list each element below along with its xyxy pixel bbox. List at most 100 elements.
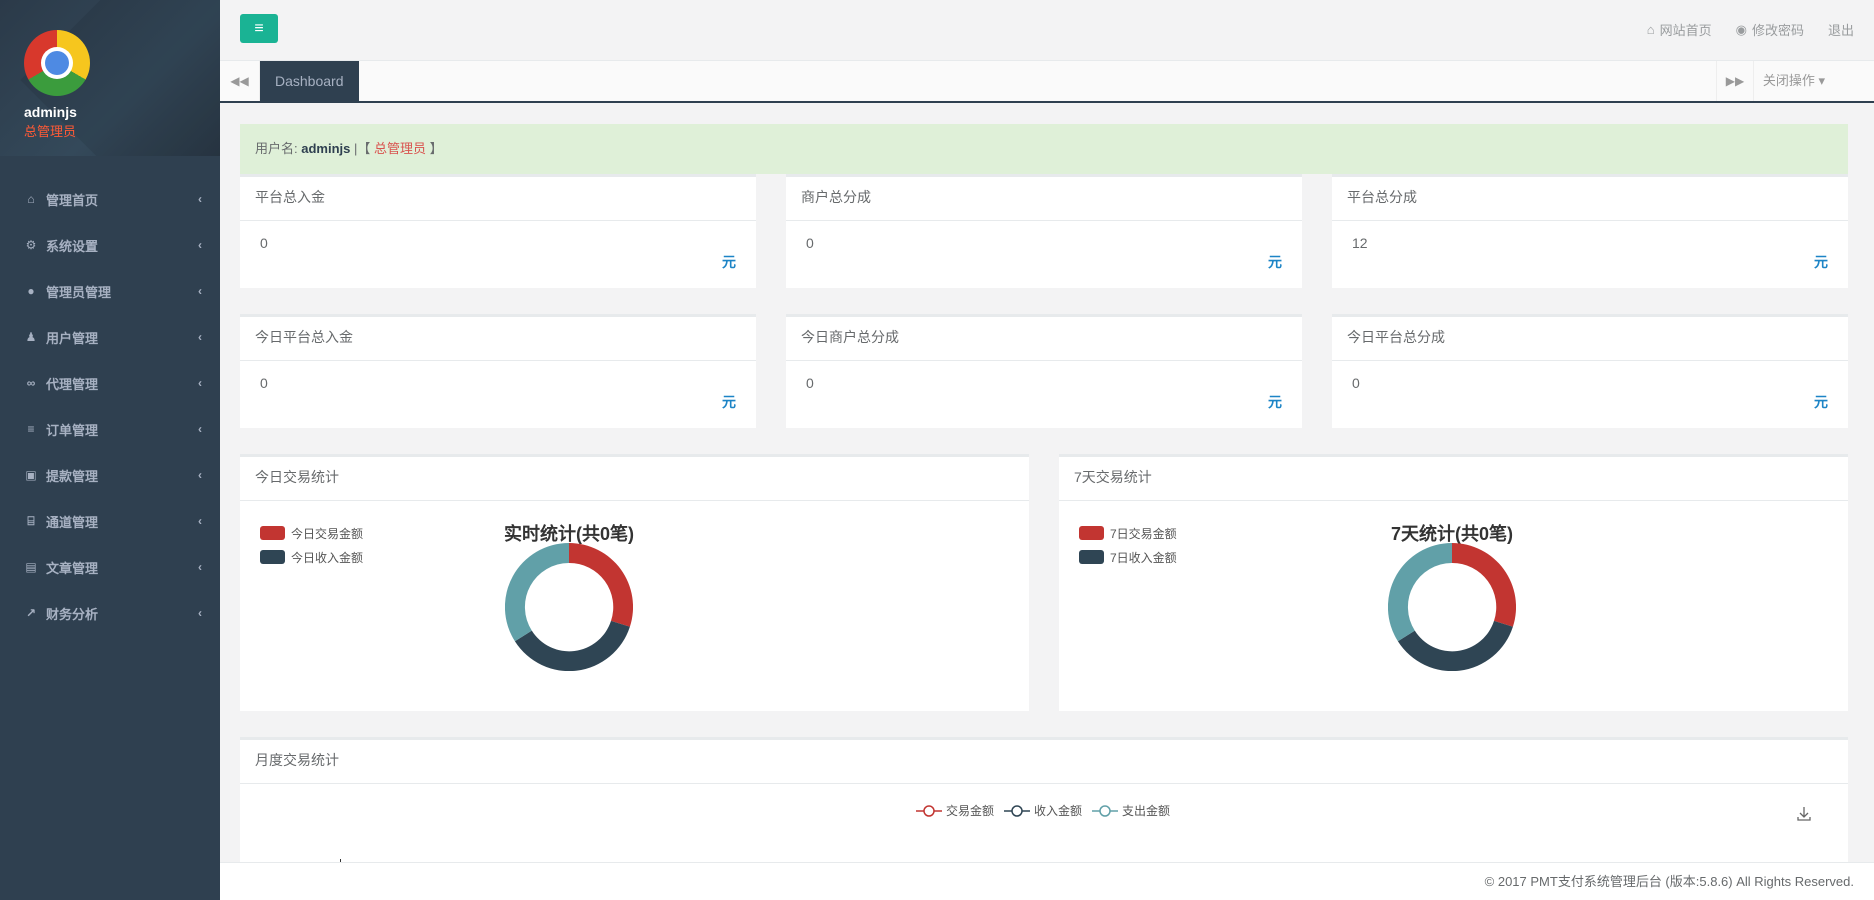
charts-row: 今日交易统计 今日交易金额 今日收入金额 实时统计(共0笔) 7天交易统计 7日…	[240, 454, 1848, 711]
chevron-left-icon: ‹	[198, 284, 202, 298]
stat-value: 0	[260, 375, 268, 391]
legend-swatch	[1079, 526, 1104, 540]
stat-unit: 元	[1814, 254, 1828, 270]
donut-slice[interactable]	[505, 543, 569, 642]
stat-value: 0	[806, 235, 814, 251]
user-banner: 用户名: adminjs |【 总管理员 】	[240, 124, 1848, 174]
sidebar-item-label: 代理管理	[46, 376, 99, 392]
donut-slice[interactable]	[1388, 543, 1452, 642]
home-icon: ⌂	[1646, 22, 1655, 37]
menu-toggle-button[interactable]: ≡	[240, 14, 278, 43]
stat-unit: 元	[1814, 394, 1828, 410]
legend-item[interactable]: 今日交易金额	[260, 521, 363, 545]
book-icon: ▤	[25, 560, 37, 574]
top-links: ⌂ 网站首页 ◉ 修改密码 退出	[1647, 20, 1854, 39]
chevron-left-icon: ‹	[198, 468, 202, 482]
line-marker-icon	[1092, 804, 1119, 817]
hamburger-icon: ≡	[254, 20, 264, 37]
site-home-link[interactable]: ⌂ 网站首页	[1647, 20, 1712, 39]
week-stats-card: 7天交易统计 7日交易金额 7日收入金额 7天统计(共0笔)	[1059, 454, 1848, 711]
chevron-left-icon: ‹	[198, 330, 202, 344]
sidebar-item-home[interactable]: ⌂ 管理首页 ‹	[0, 176, 220, 222]
change-password-link[interactable]: ◉ 修改密码	[1736, 20, 1804, 39]
bank-icon: ⌸	[27, 513, 35, 528]
profile-role: 总管理员	[24, 124, 77, 139]
stat-card: 今日平台总入金 0 元	[240, 314, 756, 428]
line-marker-icon	[916, 804, 942, 817]
sidebar-item-label: 系统设置	[46, 238, 99, 254]
legend-item[interactable]: 今日收入金额	[260, 545, 363, 569]
sidebar-item-withdrawals[interactable]: ▣ 提款管理 ‹	[0, 452, 220, 498]
tab-scroll-left-button[interactable]: ◀◀	[220, 61, 260, 101]
sidebar-item-channels[interactable]: ⌸ 通道管理 ‹	[0, 498, 220, 544]
legend-item[interactable]: 7日收入金额	[1079, 545, 1177, 569]
sidebar-item-system[interactable]: ⚙ 系统设置 ‹	[0, 222, 220, 268]
sidebar-item-orders[interactable]: ≡ 订单管理 ‹	[0, 406, 220, 452]
forward-icon: ▶▶	[1725, 74, 1745, 88]
sidebar-item-users[interactable]: ♟ 用户管理 ‹	[0, 314, 220, 360]
donut-slice[interactable]	[1452, 543, 1516, 627]
stat-card: 今日平台总分成 0 元	[1332, 314, 1848, 428]
chevron-left-icon: ‹	[198, 560, 202, 574]
tab-dashboard[interactable]: Dashboard	[260, 61, 359, 101]
sidebar-item-label: 通道管理	[46, 514, 99, 530]
sidebar-item-finance[interactable]: ↗ 财务分析 ‹	[0, 590, 220, 636]
sidebar-item-label: 提款管理	[46, 468, 99, 484]
stat-title: 今日商户总分成	[786, 317, 1302, 361]
eye-icon: ◉	[1735, 21, 1747, 37]
monthly-stats-card: 月度交易统计 交易金额 收入金额 支出金额	[240, 737, 1848, 867]
change-password-label: 修改密码	[1751, 23, 1804, 38]
line-marker-icon	[1004, 804, 1031, 817]
week-donut-chart	[1388, 543, 1516, 671]
tabs-bar: ◀◀ Dashboard ▶▶ 关闭操作 ▾	[220, 61, 1874, 103]
legend-item[interactable]: 支出金额	[1092, 802, 1170, 819]
legend-item[interactable]: 7日交易金额	[1079, 521, 1177, 545]
legend-item[interactable]: 交易金额	[916, 802, 994, 819]
profile-name: adminjs	[24, 104, 77, 120]
footer: © 2017 PMT支付系统管理后台 (版本:5.8.6) All Rights…	[220, 862, 1874, 900]
legend-swatch	[1079, 550, 1104, 564]
legend-item[interactable]: 收入金额	[1004, 802, 1082, 819]
chart-card-title: 月度交易统计	[240, 740, 1848, 784]
tab-scroll-right-button[interactable]: ▶▶	[1716, 61, 1754, 101]
backward-icon: ◀◀	[230, 74, 249, 88]
legend-swatch	[260, 550, 285, 564]
user-circle-icon: ●	[27, 284, 35, 298]
legend-swatch	[260, 526, 285, 540]
chevron-left-icon: ‹	[198, 192, 202, 206]
sidebar-item-admins[interactable]: ● 管理员管理 ‹	[0, 268, 220, 314]
donut-slice[interactable]	[514, 620, 630, 671]
home-icon: ⌂	[27, 192, 35, 206]
today-donut-chart	[505, 543, 633, 671]
sidebar-item-articles[interactable]: ▤ 文章管理 ‹	[0, 544, 220, 590]
banner-username: adminjs	[301, 141, 351, 156]
banner-role: 总管理员	[374, 141, 427, 156]
chevron-left-icon: ‹	[198, 422, 202, 436]
stat-title: 平台总分成	[1332, 177, 1848, 221]
sidebar-item-label: 管理员管理	[46, 284, 112, 300]
stat-unit: 元	[722, 254, 736, 270]
sidebar-item-label: 订单管理	[46, 422, 99, 438]
chevron-left-icon: ‹	[198, 238, 202, 252]
download-icon[interactable]	[1796, 806, 1812, 822]
donut-slice[interactable]	[569, 543, 633, 627]
stat-card: 商户总分成 0 元	[786, 174, 1302, 288]
chart-card-title: 7天交易统计	[1059, 457, 1848, 501]
sidebar-item-label: 文章管理	[46, 560, 99, 576]
chevron-left-icon: ‹	[198, 376, 202, 390]
avatar[interactable]	[24, 30, 90, 96]
close-operations-dropdown[interactable]: 关闭操作 ▾	[1754, 61, 1834, 101]
stat-title: 今日平台总分成	[1332, 317, 1848, 361]
stats-row-today: 今日平台总入金 0 元 今日商户总分成 0 元 今日平台总分成 0 元	[240, 314, 1848, 428]
chevron-left-icon: ‹	[198, 514, 202, 528]
stat-title: 平台总入金	[240, 177, 756, 221]
logout-link[interactable]: 退出	[1828, 20, 1854, 39]
sidebar-item-agents[interactable]: ∞ 代理管理 ‹	[0, 360, 220, 406]
legend-label: 支出金额	[1122, 804, 1171, 818]
profile-panel: adminjs 总管理员	[0, 0, 220, 156]
stats-row-total: 平台总入金 0 元 商户总分成 0 元 平台总分成 12 元	[240, 174, 1848, 288]
donut-slice[interactable]	[1397, 620, 1513, 671]
sidebar-item-label: 财务分析	[46, 606, 99, 622]
top-navbar: ≡ ⌂ 网站首页 ◉ 修改密码 退出	[220, 0, 1874, 61]
chart-card-title: 今日交易统计	[240, 457, 1029, 501]
